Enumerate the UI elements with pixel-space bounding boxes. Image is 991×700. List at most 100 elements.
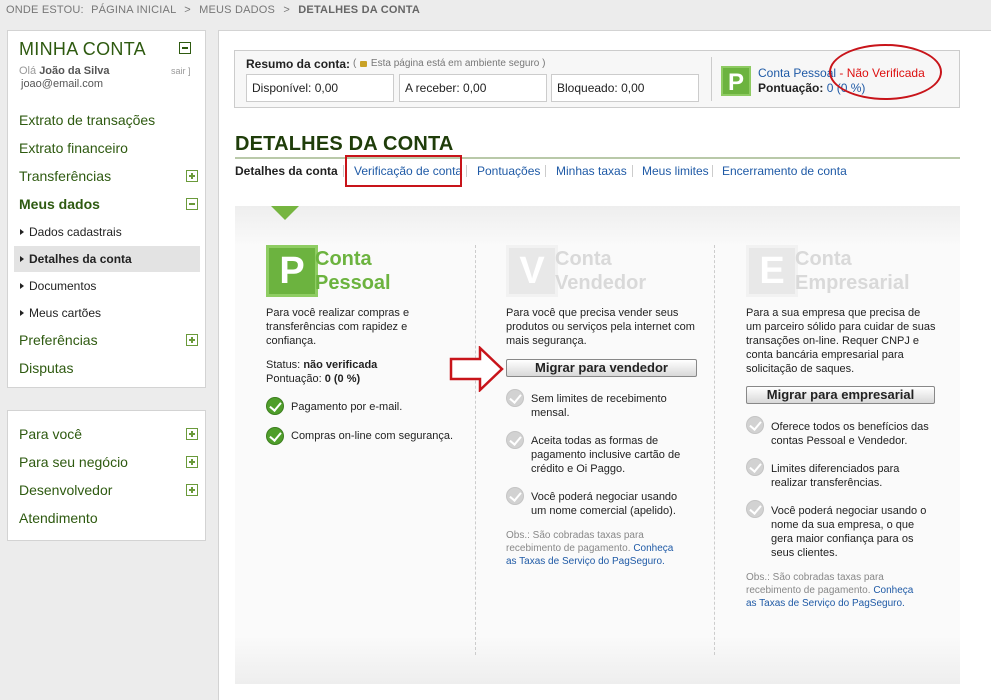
feature-line: realizar transferências. <box>771 477 883 489</box>
sidebar-item-label: Meus dados <box>19 196 100 212</box>
sidebar-item-label: Para seu negócio <box>19 454 128 470</box>
sidebar-item-atendimento[interactable]: Atendimento <box>19 506 204 530</box>
sidebar-item-para-seu-negocio[interactable]: Para seu negócio <box>19 450 204 474</box>
conta-pessoal-badge: P <box>266 245 318 297</box>
user-name: João da Silva <box>39 65 110 77</box>
feature-line: Você poderá negociar usando <box>531 491 678 503</box>
tab-minhas-taxas[interactable]: Minhas taxas <box>556 164 627 178</box>
tab-detalhes-conta[interactable]: Detalhes da conta <box>235 164 338 178</box>
summary-title: Resumo da conta: <box>246 57 351 71</box>
tab-separator <box>712 165 713 177</box>
sidebar-item-transferencias[interactable]: Transferências <box>19 164 204 188</box>
expand-plus-icon[interactable] <box>186 428 198 440</box>
account-type-badge: P <box>721 66 751 96</box>
tab-separator <box>545 165 546 177</box>
taxas-link[interactable]: as Taxas de Serviço do PagSeguro. <box>746 597 951 610</box>
desc-line: Para você realizar compras e <box>266 307 410 319</box>
sidebar-subitem-meus-cartoes[interactable]: Meus cartões <box>14 300 200 326</box>
feature-line: gera maior confiança para os <box>771 533 914 545</box>
annotation-box <box>345 155 462 187</box>
logout-link[interactable]: sair ] <box>171 66 191 76</box>
card-title-line: Conta <box>795 248 852 270</box>
score-label: Pontuação: <box>266 373 322 385</box>
feature-item: Sem limites de recebimento mensal. <box>531 392 667 420</box>
sidebar-title: MINHA CONTA <box>19 39 146 59</box>
balance-available: Disponível: 0,00 <box>246 74 394 102</box>
sidebar-item-preferencias[interactable]: Preferências <box>19 328 204 352</box>
sidebar-subitem-documentos[interactable]: Documentos <box>14 273 200 299</box>
collapse-icon[interactable] <box>179 42 191 54</box>
expand-plus-icon[interactable] <box>186 334 198 346</box>
feature-item: Aceita todas as formas de pagamento incl… <box>531 434 680 476</box>
feature-item: Pagamento por e-mail. <box>291 401 403 413</box>
taxas-link[interactable]: as Taxas de Serviço do PagSeguro. <box>506 555 711 568</box>
taxas-link[interactable]: Conheça <box>873 585 913 596</box>
balance-value: 0,00 <box>621 81 645 95</box>
conta-empresarial-description: Para a sua empresa que precisa de um par… <box>746 306 951 376</box>
feature-item: Compras on-line com segurança. <box>291 430 454 442</box>
breadcrumb-item-meus-dados[interactable]: MEUS DADOS <box>199 4 275 16</box>
check-icon <box>506 431 524 449</box>
migrar-empresarial-button[interactable]: Migrar para empresarial <box>746 386 935 404</box>
sidebar-subitem-label: Dados cadastrais <box>29 225 122 239</box>
sidebar-item-desenvolvedor[interactable]: Desenvolvedor <box>19 478 204 502</box>
sidebar-subitem-detalhes-conta[interactable]: Detalhes da conta <box>14 246 200 272</box>
sidebar-subitem-dados-cadastrais[interactable]: Dados cadastrais <box>14 219 200 245</box>
sidebar-item-disputas[interactable]: Disputas <box>19 356 204 380</box>
feature-line: Limites diferenciados para <box>771 463 900 475</box>
sidebar-item-extrato-transacoes[interactable]: Extrato de transações <box>19 108 204 132</box>
feature-line: mensal. <box>531 407 570 419</box>
conta-pessoal-status: Status: não verificada <box>266 358 377 372</box>
sidebar-subitem-label: Meus cartões <box>29 306 102 320</box>
balance-value: 0,00 <box>314 81 339 95</box>
annotation-ellipse <box>829 44 942 100</box>
triangle-right-icon <box>20 255 24 262</box>
card-title-line: Vendedor <box>555 272 647 294</box>
sidebar-item-extrato-financeiro[interactable]: Extrato financeiro <box>19 136 204 160</box>
conta-empresarial-obs: Obs.: São cobradas taxas para recebiment… <box>746 571 951 610</box>
desc-line: transferências com rapidez e <box>266 321 408 333</box>
obs-line: Obs.: São cobradas taxas para <box>506 530 644 541</box>
expand-plus-icon[interactable] <box>186 170 198 182</box>
feature-line: seus clientes. <box>771 547 838 559</box>
account-type-link[interactable]: Conta Pessoal <box>758 66 836 80</box>
sidebar-item-label: Para você <box>19 426 83 442</box>
balance-label: Disponível: <box>252 81 312 95</box>
tab-separator <box>632 165 633 177</box>
feature-line: nome da sua empresa, o que <box>771 519 915 531</box>
feature-line: pagamento inclusive cartão de <box>531 449 681 461</box>
migrar-vendedor-button[interactable]: Migrar para vendedor <box>506 359 697 377</box>
secure-note: ( Esta página está em ambiente seguro ) <box>353 58 545 69</box>
desc-line: solicitação de saques. <box>746 363 855 375</box>
tab-encerramento-conta[interactable]: Encerramento de conta <box>722 164 847 178</box>
triangle-right-icon <box>20 282 24 289</box>
feature-item: Limites diferenciados para realizar tran… <box>771 462 899 490</box>
collapse-minus-icon[interactable] <box>186 198 198 210</box>
tab-meus-limites[interactable]: Meus limites <box>642 164 709 178</box>
desc-line: Para a sua empresa que precisa de <box>746 307 921 319</box>
feature-item: Você poderá negociar usando o nome da su… <box>771 504 926 560</box>
conta-vendedor-description: Para você que precisa vender seus produt… <box>506 306 711 348</box>
sidebar-item-para-voce[interactable]: Para você <box>19 422 204 446</box>
card-title-line: Empresarial <box>795 272 910 294</box>
breadcrumb-current: DETALHES DA CONTA <box>298 4 421 16</box>
check-icon <box>266 397 284 415</box>
sidebar-subitem-label: Detalhes da conta <box>29 252 132 266</box>
balance-label: A receber: <box>405 81 460 95</box>
conta-vendedor-badge: V <box>506 245 558 297</box>
feature-line: Oferece todos os benefícios das <box>771 421 929 433</box>
score-label: Pontuação: <box>758 81 824 95</box>
expand-plus-icon[interactable] <box>186 456 198 468</box>
status-value: não verificada <box>303 359 378 371</box>
sidebar-item-meus-dados[interactable]: Meus dados <box>19 192 204 216</box>
feature-item: Você poderá negociar usando um nome come… <box>531 490 677 518</box>
conta-pessoal-description: Para você realizar compras e transferênc… <box>266 306 466 348</box>
expand-plus-icon[interactable] <box>186 484 198 496</box>
desc-line: um parceiro sólido para cuidar de suas <box>746 321 936 333</box>
breadcrumb-item-home[interactable]: PÁGINA INICIAL <box>91 4 176 16</box>
desc-line: confiança. <box>266 335 317 347</box>
taxas-link[interactable]: Conheça <box>633 543 673 554</box>
tab-pontuacoes[interactable]: Pontuações <box>477 164 540 178</box>
breadcrumb-separator: > <box>283 4 290 16</box>
annotation-arrow-icon <box>449 346 504 392</box>
